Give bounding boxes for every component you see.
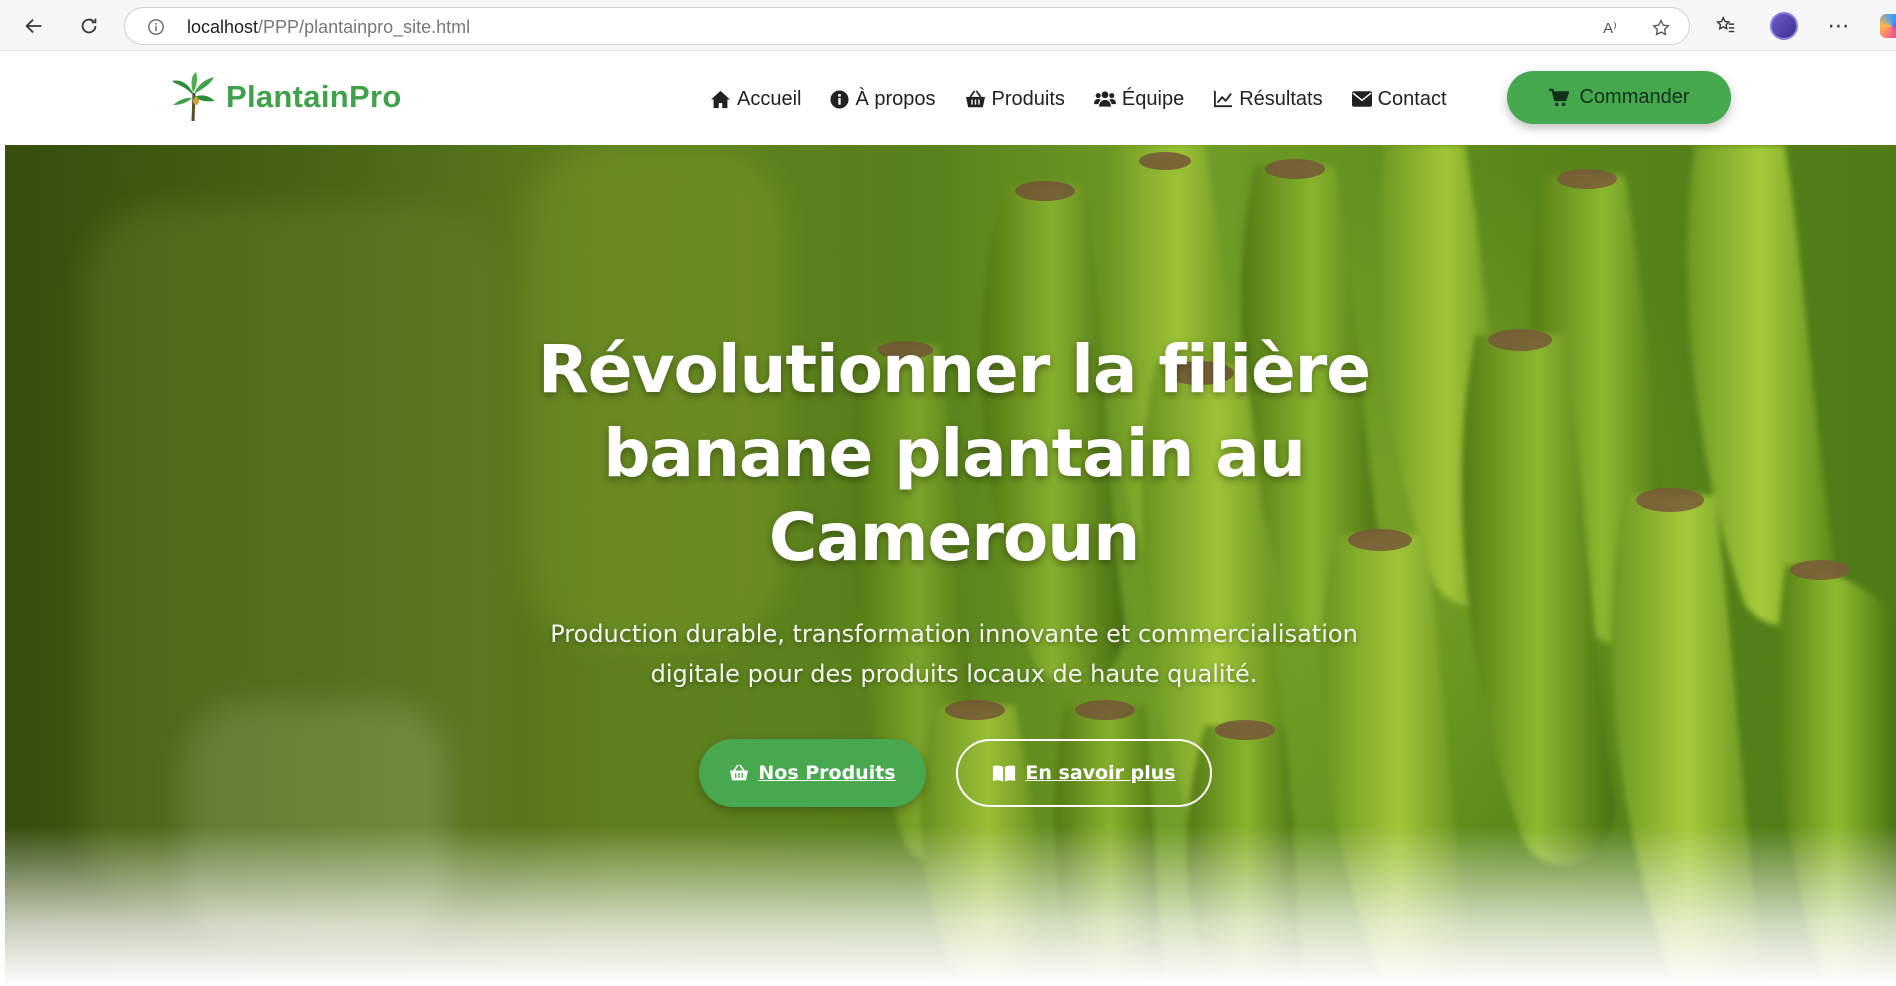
url-path: /PPP/plantainpro_site.html — [258, 17, 471, 37]
more-menu-icon[interactable]: ⋯ — [1826, 13, 1852, 39]
address-bar[interactable]: localhost/PPP/plantainpro_site.html A⁾ — [124, 7, 1690, 45]
main-navigation: Accueil À propos Produits Équipe Résulta… — [710, 81, 1476, 117]
read-aloud-icon[interactable]: A⁾ — [1599, 17, 1621, 39]
site-header: PlantainPro Accueil À propos Produits Éq… — [5, 51, 1896, 145]
our-products-label: Nos Produits — [758, 762, 896, 784]
copilot-icon[interactable] — [1880, 14, 1896, 38]
hero-title-line: Révolutionner la filière — [537, 331, 1371, 408]
nav-item-a-propos[interactable]: À propos — [830, 87, 936, 111]
back-arrow-icon[interactable] — [17, 9, 51, 43]
nav-item-accueil[interactable]: Accueil — [710, 88, 801, 111]
nav-item-produits[interactable]: Produits — [965, 88, 1065, 111]
users-icon — [1093, 91, 1116, 107]
reload-icon[interactable] — [72, 9, 106, 43]
envelope-icon — [1351, 91, 1372, 107]
hero-title-line: banane plantain au — [603, 415, 1306, 492]
hero-subtitle: Production durable, transformation innov… — [449, 614, 1459, 694]
hero-bottom-fade — [5, 826, 1896, 986]
browser-toolbar: localhost/PPP/plantainpro_site.html A⁾ ⋯ — [0, 0, 1896, 51]
profile-avatar[interactable] — [1770, 12, 1798, 40]
nav-item-label: Accueil — [737, 87, 802, 110]
plantain-tree-icon — [172, 72, 215, 122]
favorites-icon[interactable] — [1713, 13, 1739, 39]
nav-item-contact[interactable]: Contact — [1351, 87, 1447, 111]
basket-icon — [730, 764, 749, 781]
nav-item-equipe[interactable]: Équipe — [1093, 87, 1185, 111]
hero-subtitle-line: digitale pour des produits locaux de hau… — [650, 660, 1258, 688]
nav-item-label: Résultats — [1239, 87, 1323, 110]
nav-item-resultats[interactable]: Résultats — [1213, 87, 1323, 111]
order-button[interactable]: Commander — [1507, 71, 1731, 124]
brand-logo[interactable]: PlantainPro — [170, 71, 402, 123]
home-icon — [711, 90, 730, 108]
url-host: localhost — [187, 17, 259, 37]
site-info-icon[interactable] — [147, 18, 165, 36]
learn-more-button[interactable]: En savoir plus — [956, 739, 1212, 807]
book-open-icon — [993, 765, 1016, 782]
hero-subtitle-line: Production durable, transformation innov… — [550, 620, 1358, 648]
hero-title: Révolutionner la filière banane plantain… — [449, 328, 1459, 580]
url-text[interactable]: localhost/PPP/plantainpro_site.html — [187, 17, 470, 38]
info-circle-icon — [830, 89, 850, 109]
basket-icon — [965, 89, 985, 107]
cart-icon — [1549, 88, 1570, 107]
hero-title-line: Cameroun — [768, 499, 1140, 576]
chart-line-icon — [1214, 90, 1233, 108]
nav-item-label: Contact — [1377, 87, 1447, 110]
nav-item-label: Produits — [991, 87, 1065, 110]
nav-item-label: À propos — [855, 87, 936, 110]
brand-name: PlantainPro — [226, 79, 402, 114]
hero-actions: Nos Produits En savoir plus — [699, 739, 1212, 807]
hero-section: Révolutionner la filière banane plantain… — [5, 145, 1896, 986]
order-button-label: Commander — [1579, 86, 1690, 108]
learn-more-label: En savoir plus — [1025, 762, 1176, 784]
hero-content: Révolutionner la filière banane plantain… — [449, 328, 1459, 694]
favorite-star-icon[interactable] — [1650, 17, 1672, 39]
nav-item-label: Équipe — [1121, 87, 1185, 110]
our-products-button[interactable]: Nos Produits — [699, 739, 926, 807]
